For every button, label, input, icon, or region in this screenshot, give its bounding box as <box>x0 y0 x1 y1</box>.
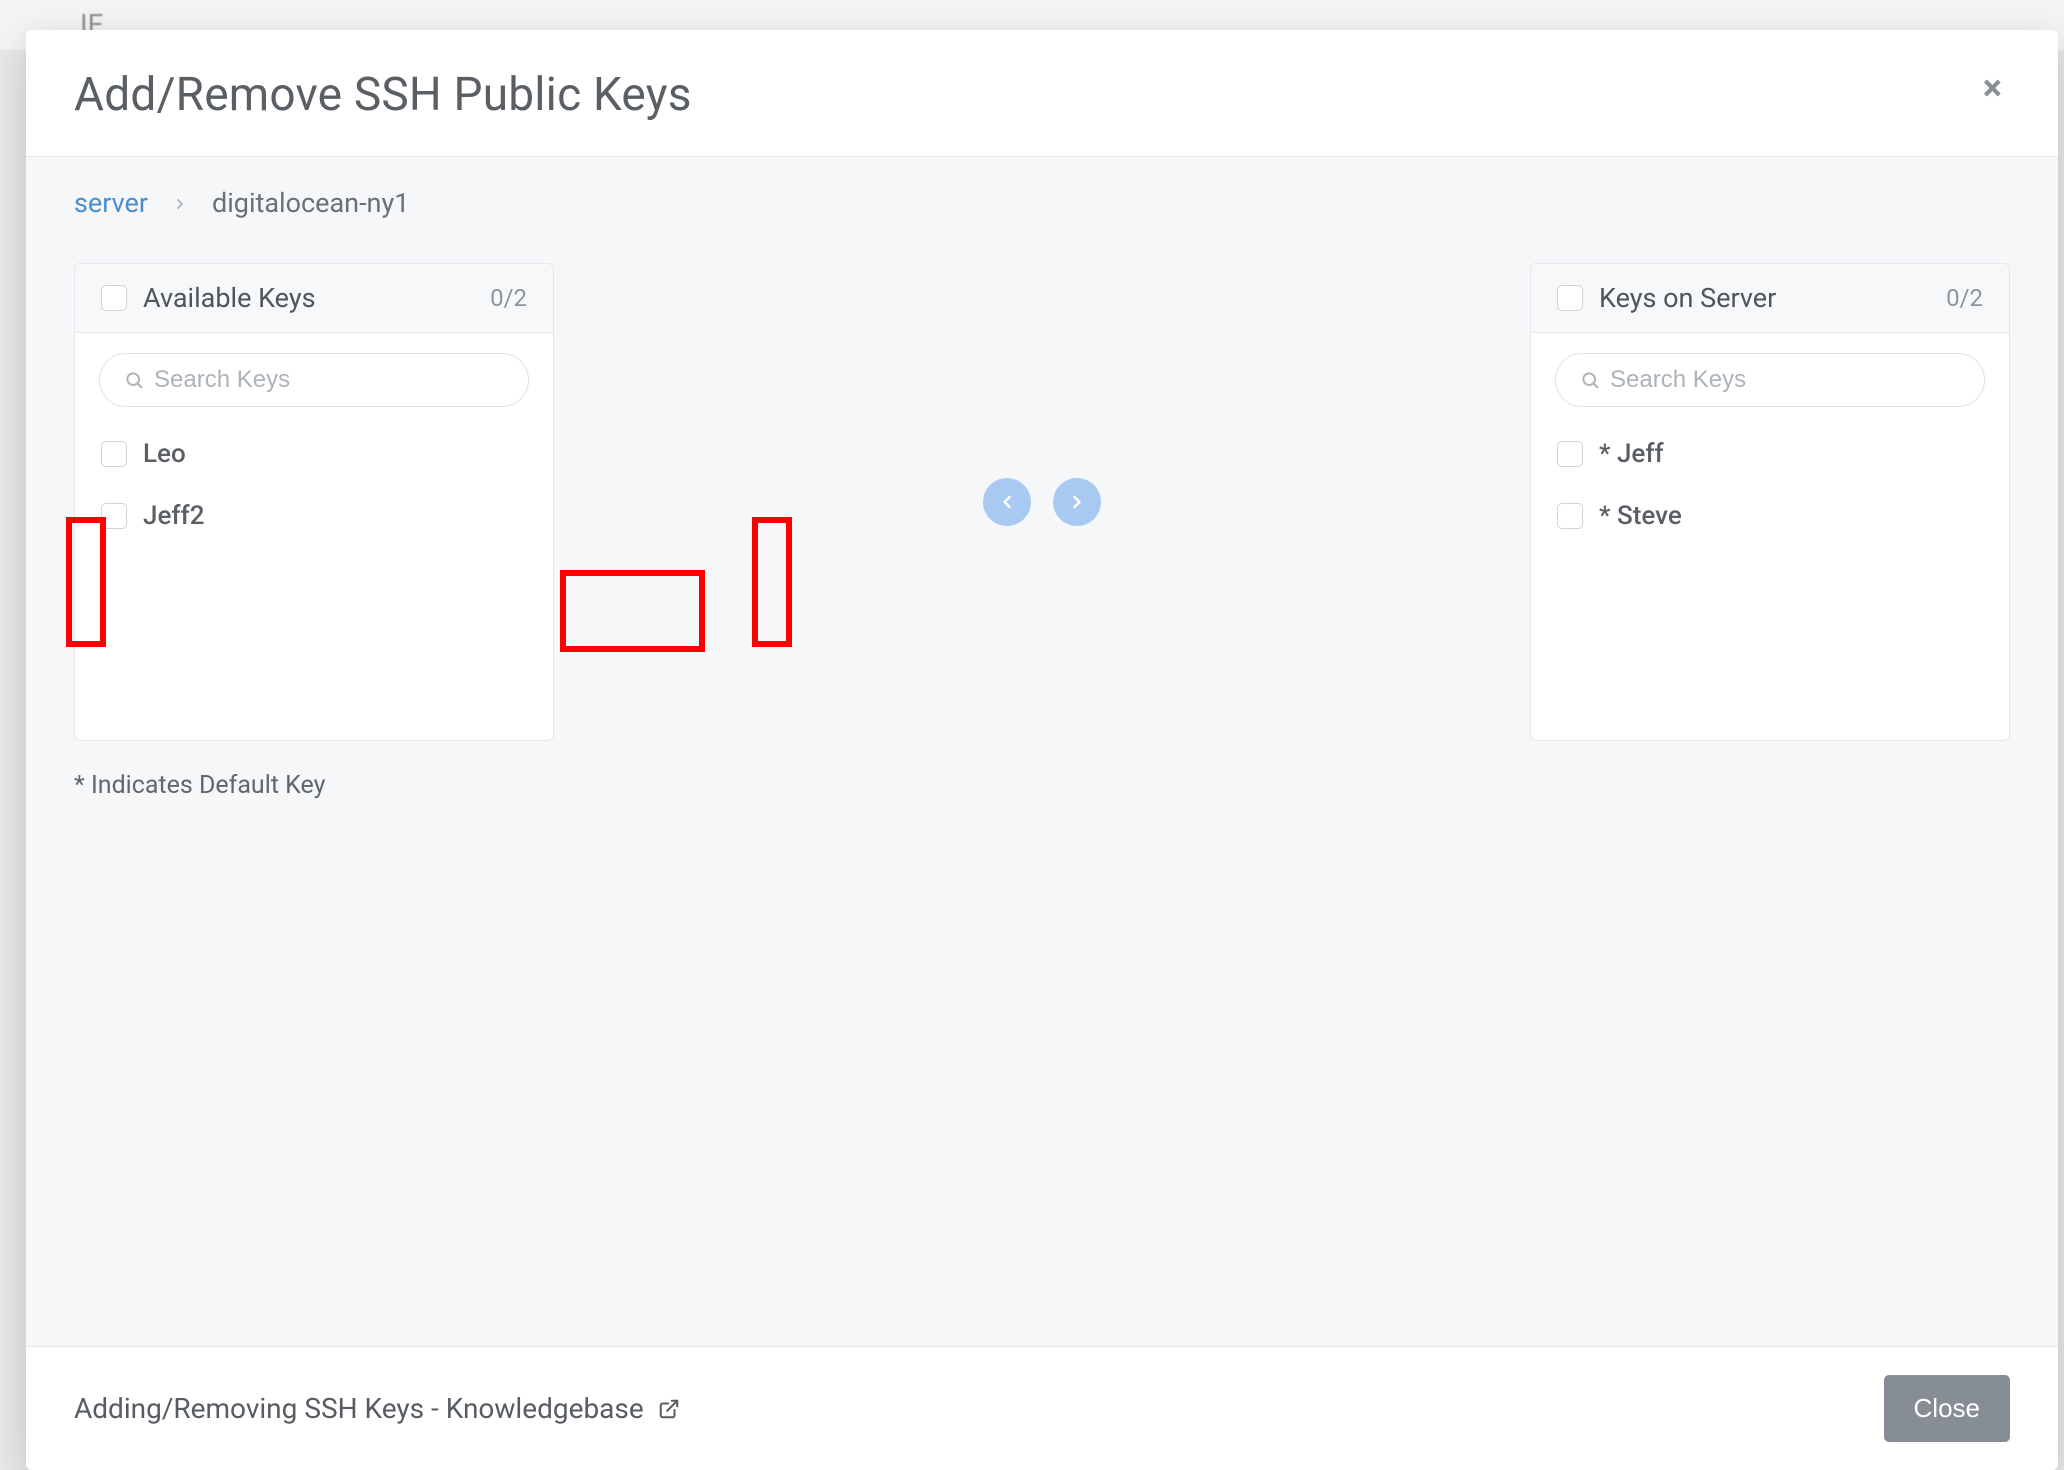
available-search-input[interactable] <box>99 353 529 407</box>
server-keys-header: Keys on Server 0/2 <box>1531 264 2009 333</box>
key-label: Jeff2 <box>143 501 205 531</box>
server-select-all-checkbox[interactable] <box>1557 285 1583 311</box>
breadcrumb-current: digitalocean-ny1 <box>212 187 409 219</box>
close-button[interactable]: Close <box>1884 1375 2010 1442</box>
available-keys-header: Available Keys 0/2 <box>75 264 553 333</box>
panels-row: Available Keys 0/2 Leo <box>74 263 2010 741</box>
available-select-all-checkbox[interactable] <box>101 285 127 311</box>
available-key-list: Leo Jeff2 <box>99 423 529 547</box>
move-right-button[interactable] <box>1053 478 1101 526</box>
close-icon[interactable]: × <box>1975 68 2010 108</box>
key-checkbox[interactable] <box>1557 503 1583 529</box>
key-label: * Steve <box>1599 501 1682 531</box>
list-item[interactable]: * Steve <box>1555 485 1985 547</box>
available-keys-count: 0/2 <box>490 284 527 312</box>
search-icon <box>124 370 144 390</box>
modal-footer: Adding/Removing SSH Keys - Knowledgebase… <box>26 1346 2058 1470</box>
transfer-controls <box>554 263 1530 741</box>
server-search-input[interactable] <box>1555 353 1985 407</box>
key-checkbox[interactable] <box>101 503 127 529</box>
server-search-field[interactable] <box>1610 366 1960 394</box>
list-item[interactable]: Leo <box>99 423 529 485</box>
chevron-left-icon <box>997 492 1017 512</box>
key-checkbox[interactable] <box>101 441 127 467</box>
list-item[interactable]: Jeff2 <box>99 485 529 547</box>
move-left-button[interactable] <box>983 478 1031 526</box>
knowledgebase-link[interactable]: Adding/Removing SSH Keys - Knowledgebase <box>74 1392 680 1425</box>
ssh-keys-modal: Add/Remove SSH Public Keys × server digi… <box>26 30 2058 1470</box>
key-label: * Jeff <box>1599 439 1664 469</box>
kb-link-text: Adding/Removing SSH Keys - Knowledgebase <box>74 1392 644 1425</box>
list-item[interactable]: * Jeff <box>1555 423 1985 485</box>
breadcrumb-server-link[interactable]: server <box>74 187 148 219</box>
server-keys-panel: Keys on Server 0/2 * Jeff <box>1530 263 2010 741</box>
chevron-right-icon <box>1067 492 1087 512</box>
modal-header: Add/Remove SSH Public Keys × <box>26 30 2058 157</box>
server-keys-title: Keys on Server <box>1599 282 1930 314</box>
external-link-icon <box>658 1398 680 1420</box>
chevron-right-icon <box>172 187 188 219</box>
modal-body: server digitalocean-ny1 Available Keys 0… <box>26 157 2058 1346</box>
modal-title: Add/Remove SSH Public Keys <box>74 68 692 122</box>
key-checkbox[interactable] <box>1557 441 1583 467</box>
search-icon <box>1580 370 1600 390</box>
key-label: Leo <box>143 439 186 469</box>
server-keys-count: 0/2 <box>1946 284 1983 312</box>
default-key-footnote: * Indicates Default Key <box>74 771 2010 800</box>
server-key-list: * Jeff * Steve <box>1555 423 1985 547</box>
breadcrumb: server digitalocean-ny1 <box>74 187 2010 219</box>
available-keys-panel: Available Keys 0/2 Leo <box>74 263 554 741</box>
available-search-field[interactable] <box>154 366 504 394</box>
available-keys-title: Available Keys <box>143 282 474 314</box>
